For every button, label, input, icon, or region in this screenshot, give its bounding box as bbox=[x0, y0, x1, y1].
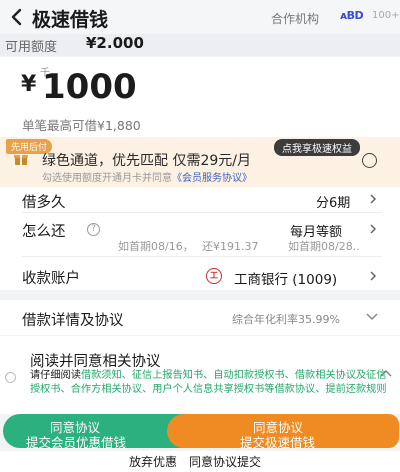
row-divider bbox=[22, 212, 382, 213]
partner-label[interactable]: 合作机构 bbox=[271, 10, 319, 27]
chevron-right-icon[interactable] bbox=[368, 271, 378, 281]
partner-count: 100+ bbox=[372, 10, 400, 21]
repay-label: 怎么还 bbox=[22, 224, 66, 240]
agreement-link[interactable]: 借款须知、征信上报告知书、 bbox=[81, 370, 213, 381]
partner-logo[interactable]: ᴀBD bbox=[340, 9, 364, 22]
currency-symbol: ¥ bbox=[21, 72, 37, 97]
chevron-down-icon[interactable] bbox=[366, 313, 378, 321]
first-period-date-right: 如首期08/28.. bbox=[288, 240, 360, 253]
promo-badge[interactable]: 点我享极速权益 bbox=[274, 139, 360, 156]
annual-rate-text: 综合年化利率35.99% bbox=[232, 313, 340, 326]
term-value[interactable]: 分6期 bbox=[316, 192, 350, 211]
promo-select-radio[interactable] bbox=[362, 153, 377, 168]
available-credit-value: ¥2.000 bbox=[86, 34, 144, 52]
icbc-bank-icon: 工 bbox=[206, 268, 222, 284]
term-label: 借多久 bbox=[22, 195, 66, 211]
give-up-discount-link[interactable]: 放弃优惠 bbox=[129, 453, 177, 470]
agree-checkbox[interactable] bbox=[5, 372, 16, 383]
account-value[interactable]: 工商银行 (1009) bbox=[234, 268, 337, 288]
info-icon[interactable]: ? bbox=[87, 223, 100, 236]
single-max-text: 单笔最高可借¥1,880 bbox=[22, 118, 141, 133]
chevron-up-icon[interactable] bbox=[380, 370, 392, 377]
available-credit-label: 可用额度 bbox=[5, 40, 58, 55]
top-bar: 极速借钱 合作机构 ᴀBD 100+ bbox=[0, 0, 400, 34]
agreement-label: 借款详情及协议 bbox=[22, 313, 124, 329]
submit-fast-loan-button[interactable]: 同意协议 提交极速借钱 bbox=[167, 414, 399, 450]
agreement-links-text: 请仔细阅读借款须知、征信上报告知书、自动扣款授权书、借款相关协议及征信授权书、合… bbox=[30, 370, 387, 395]
gift-icon bbox=[14, 155, 28, 165]
amount-input[interactable]: 1000 bbox=[42, 67, 137, 107]
loan-agreement-row[interactable]: 借款详情及协议 综合年化利率35.99% bbox=[0, 300, 400, 335]
member-service-agreement-link[interactable]: 《会员服务协议》 bbox=[172, 173, 252, 184]
page-title: 极速借钱 bbox=[32, 9, 109, 31]
amount-card: ¥ 千 1000 单笔最高可借¥1,880 bbox=[0, 57, 400, 137]
account-label: 收款账户 bbox=[22, 271, 80, 287]
read-agreement-section: 阅读并同意相关协议 请仔细阅读借款须知、征信上报告知书、自动扣款授权书、借款相关… bbox=[0, 336, 400, 414]
promo-price: 29 bbox=[200, 153, 219, 169]
loan-detail-rows: 借多久 分6期 怎么还 ? 每月等额 如首期08/16， 还¥191.37 如首… bbox=[0, 187, 400, 290]
read-agreement-title: 阅读并同意相关协议 bbox=[30, 354, 161, 370]
promo-main-text: 绿色通道，优先匹配 仅需29元/月 bbox=[42, 153, 251, 169]
back-arrow-icon[interactable] bbox=[6, 6, 28, 28]
bottom-links: 放弃优惠 同意协议提交 bbox=[0, 451, 400, 472]
first-period-date: 如首期08/16， bbox=[118, 240, 194, 253]
chevron-right-icon[interactable] bbox=[368, 194, 378, 204]
agree-submit-link[interactable]: 同意协议提交 bbox=[189, 453, 261, 470]
chevron-right-icon[interactable] bbox=[368, 224, 378, 234]
row-divider bbox=[22, 256, 382, 257]
available-credit-row: 可用额度 ¥2.000 bbox=[0, 34, 400, 56]
first-period-amount: 还¥191.37 bbox=[202, 240, 259, 253]
promo-sub-text: 勾选使用额度开通月卡并同意《会员服务协议》 bbox=[42, 173, 252, 184]
